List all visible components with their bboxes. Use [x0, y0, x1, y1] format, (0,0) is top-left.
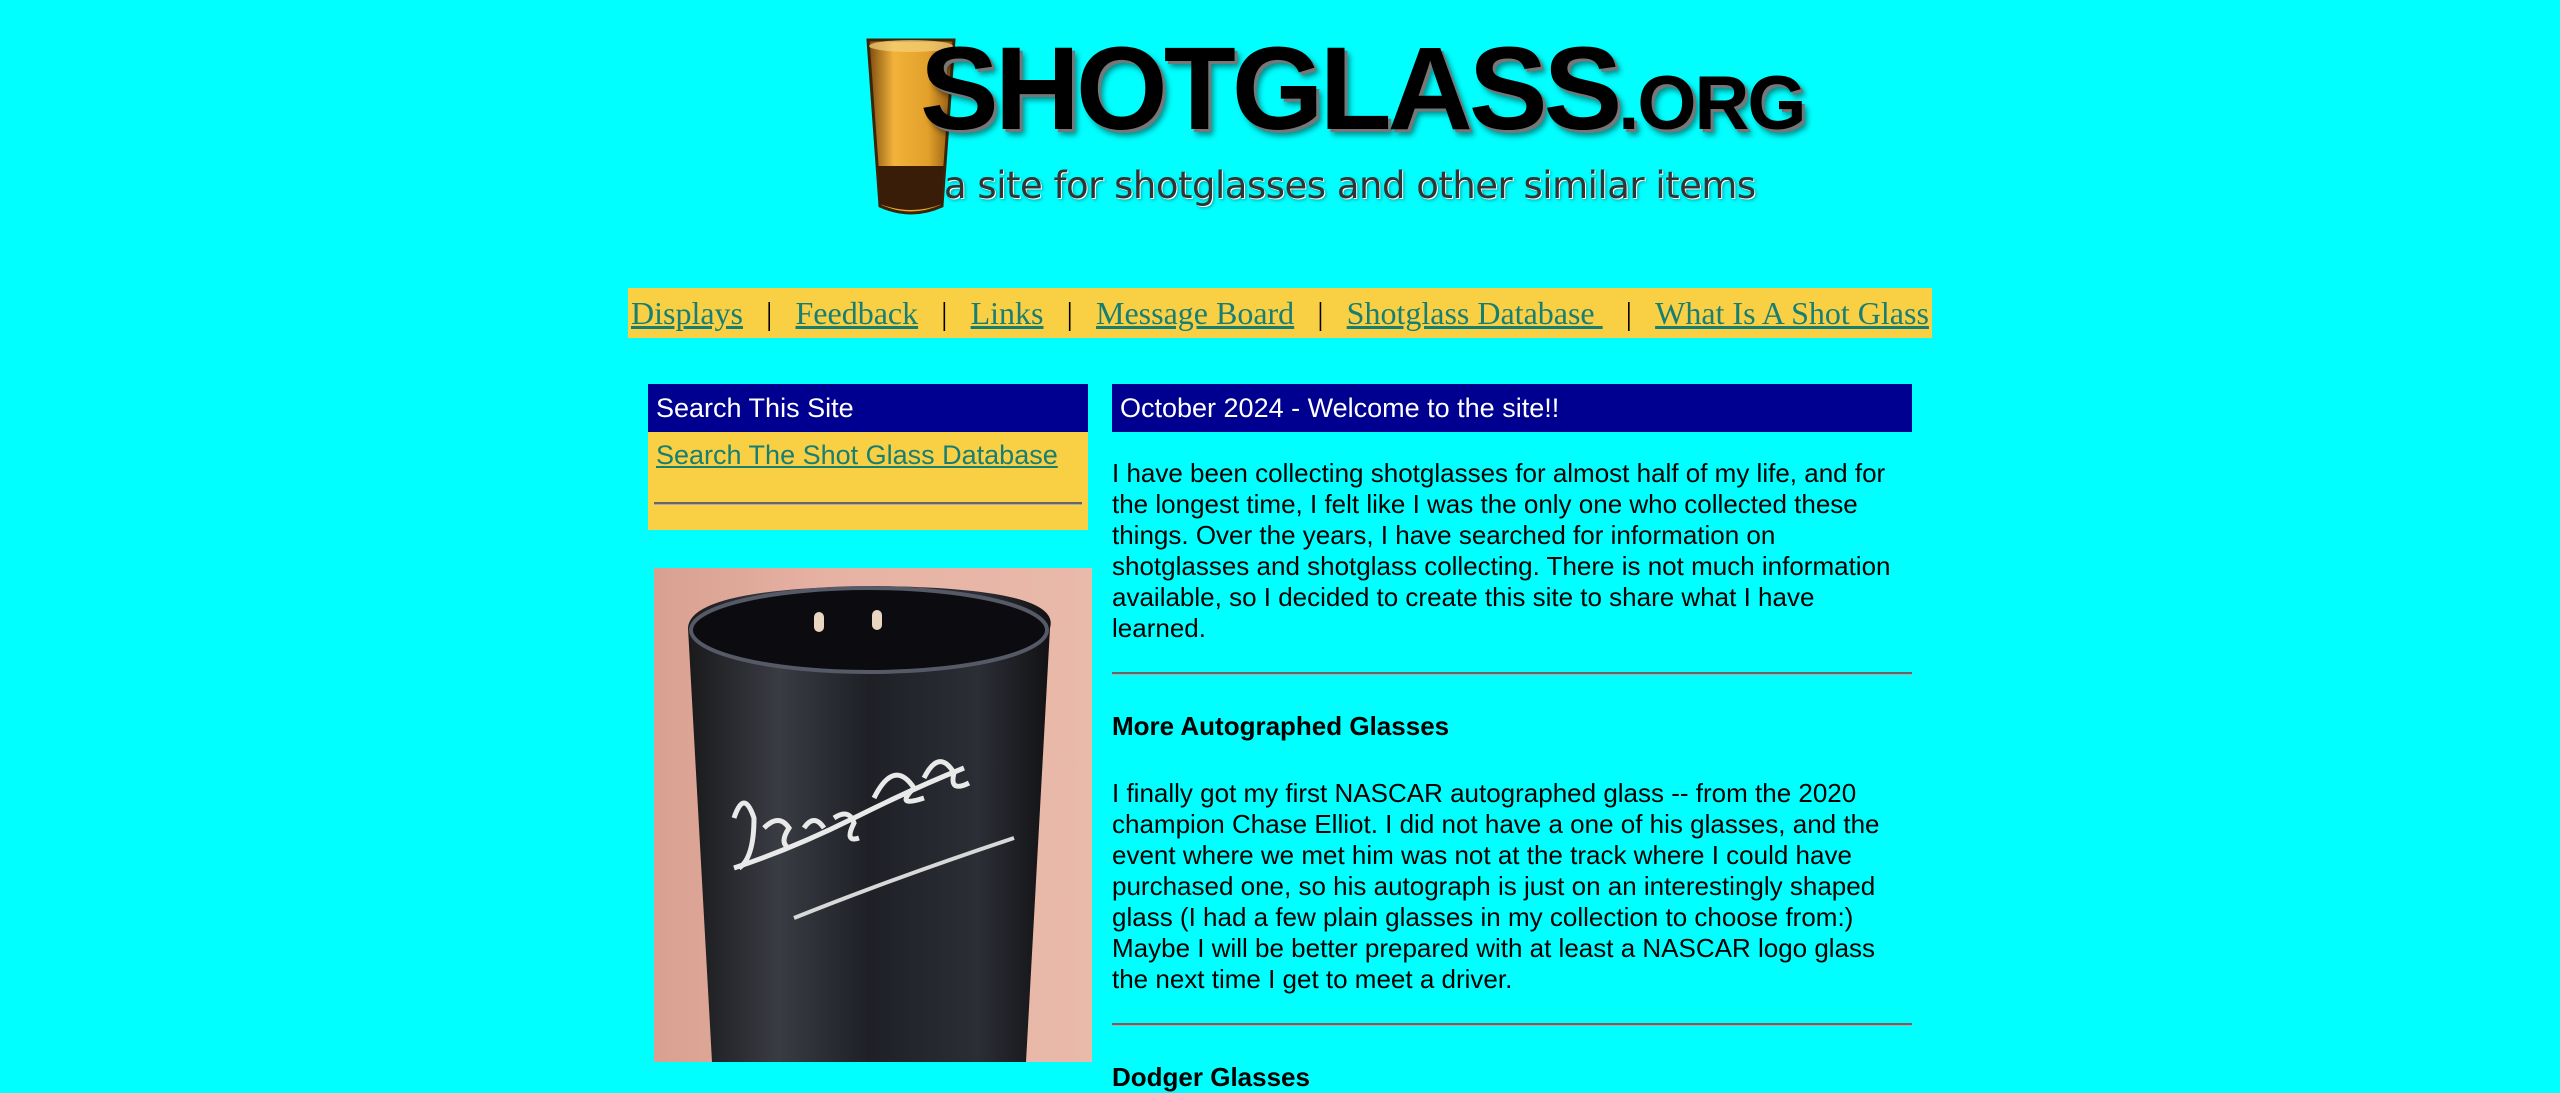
sidebar-divider	[654, 502, 1082, 505]
site-logo[interactable]: SHOTGLASS.ORG a site for shotglasses and…	[864, 24, 1807, 226]
nav-separator: |	[941, 294, 948, 331]
autographed-shotglass-photo	[654, 568, 1092, 1062]
nav-link-shotglass-database[interactable]: Shotglass Database	[1347, 295, 1603, 332]
main-content: I have been collecting shotglasses for a…	[1112, 458, 1912, 1093]
nav-separator: |	[1317, 294, 1324, 331]
nav-separator: |	[766, 294, 773, 331]
main-title: October 2024 - Welcome to the site!!	[1112, 384, 1912, 432]
logo-title: SHOTGLASS.ORG	[920, 23, 1807, 155]
nav-link-feedback[interactable]: Feedback	[796, 295, 919, 332]
shotglass-photo-image	[688, 586, 1051, 1062]
nav-link-message-board[interactable]: Message Board	[1096, 295, 1294, 332]
nav-separator: |	[1066, 294, 1073, 331]
nav-link-what-is-a-shot-glass[interactable]: What Is A Shot Glass	[1655, 295, 1929, 332]
sidebar-title: Search This Site	[648, 384, 1088, 432]
sidebar-search-box: Search The Shot Glass Database	[648, 432, 1088, 530]
nav-link-displays[interactable]: Displays	[631, 295, 743, 332]
section-body: I finally got my first NASCAR autographe…	[1112, 778, 1880, 994]
logo-title-suffix: .ORG	[1618, 61, 1806, 146]
intro-paragraph: I have been collecting shotglasses for a…	[1112, 458, 1891, 643]
section-heading: More Autographed Glasses	[1112, 711, 1450, 741]
nav-separator: |	[1625, 294, 1633, 331]
nav-link-links[interactable]: Links	[971, 295, 1044, 332]
search-database-link[interactable]: Search The Shot Glass Database	[656, 440, 1058, 471]
section-divider	[1112, 672, 1912, 675]
logo-tagline: a site for shotglasses and other similar…	[944, 164, 1756, 207]
section-heading: Dodger Glasses	[1112, 1062, 1310, 1092]
section-divider	[1112, 1023, 1912, 1026]
main-nav: Displays | Feedback | Links | Message Bo…	[628, 288, 1932, 338]
